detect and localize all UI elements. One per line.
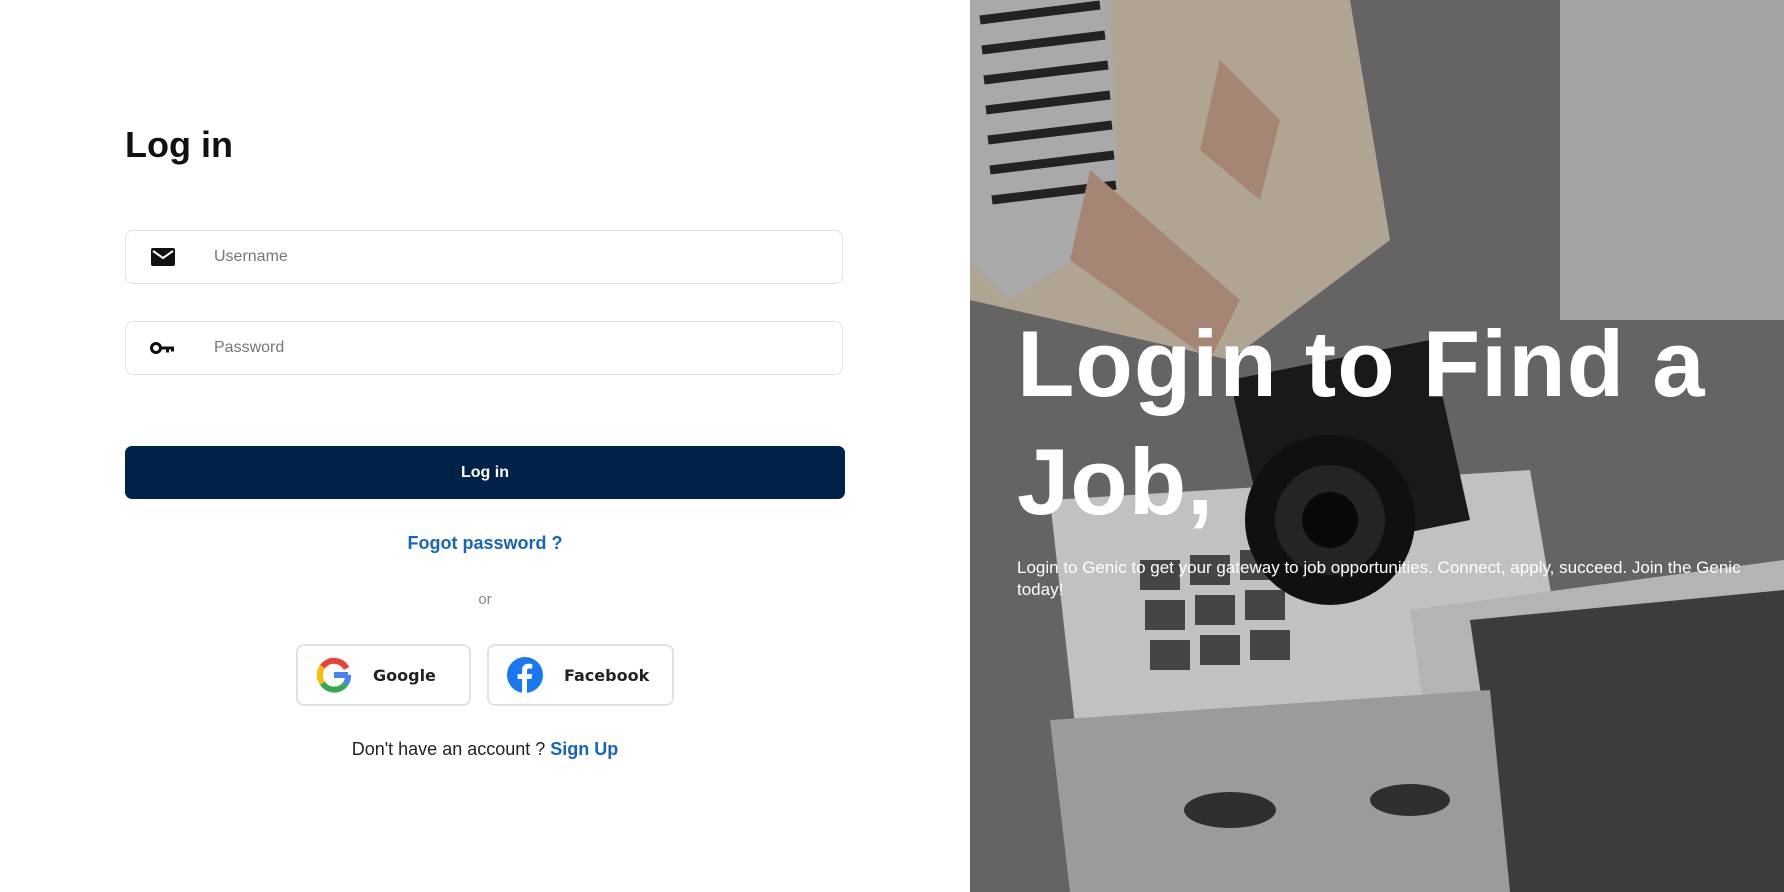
google-button-label: Google	[373, 665, 436, 685]
password-input[interactable]	[212, 327, 816, 369]
key-icon	[150, 335, 176, 361]
hero-panel: Login to Find a Job, Login to Genic to g…	[970, 0, 1784, 892]
google-login-button[interactable]: Google	[296, 644, 471, 706]
password-field[interactable]	[125, 321, 843, 375]
no-account-text: Don't have an account ?	[351, 739, 546, 759]
signup-prompt: Don't have an account ? Sign Up	[125, 739, 845, 760]
mail-icon	[150, 244, 176, 270]
forgot-password-link[interactable]: Fogot password ?	[125, 533, 845, 554]
login-button[interactable]: Log in	[125, 446, 845, 499]
login-panel: Log in Log in Fogot password ? or	[0, 0, 970, 892]
facebook-button-label: Facebook	[564, 665, 650, 685]
facebook-logo-icon	[506, 656, 544, 694]
username-field[interactable]	[125, 230, 843, 284]
facebook-login-button[interactable]: Facebook	[487, 644, 674, 706]
or-divider-text: or	[478, 591, 492, 608]
page-title: Log in	[125, 124, 233, 165]
signup-link[interactable]: Sign Up	[550, 739, 618, 759]
hero-subtext: Login to Genic to get your gateway to jo…	[1017, 558, 1741, 599]
hero-heading: Login to Find a Job,	[1017, 311, 1706, 534]
google-logo-icon	[315, 656, 353, 694]
username-input[interactable]	[212, 236, 816, 278]
